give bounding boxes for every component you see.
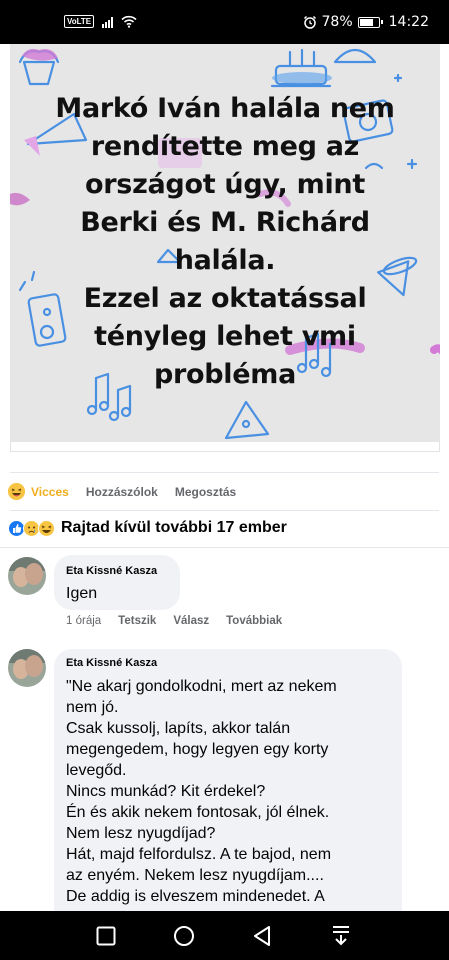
- comment-text: "Ne akarj gondolkodni, mert az nekem nem…: [66, 676, 337, 907]
- wifi-icon: [121, 15, 137, 28]
- divider: [10, 472, 439, 473]
- comment-actions: 1 órája Tetszik Válasz Továbbiak: [66, 615, 299, 627]
- recent-apps-icon[interactable]: [96, 926, 116, 946]
- comment-button[interactable]: Hozzászólok: [86, 485, 158, 499]
- volte-icon: VoLTE: [64, 15, 95, 28]
- comment-line: Nem lesz nyugdíjad?: [66, 825, 216, 842]
- back-icon[interactable]: [252, 925, 272, 947]
- divider: [10, 510, 439, 511]
- battery-percent: 78%: [321, 14, 353, 30]
- comment-line: "Ne akarj gondolkodni, mert az nekem: [66, 678, 337, 695]
- comment-author[interactable]: Eta Kissné Kasza: [66, 565, 157, 577]
- haha-reaction-icon: [38, 519, 55, 537]
- comment-time: 1 órája: [66, 615, 102, 627]
- post-image-text: Markó Iván halála nem rendítette meg az …: [10, 90, 440, 394]
- comment-line: Csak kussolj, lapíts, akkor talán: [66, 720, 291, 737]
- avatar[interactable]: [8, 557, 46, 595]
- more-button[interactable]: Továbbiak: [226, 615, 282, 627]
- status-bar: VoLTE 78% 14:22: [0, 0, 449, 44]
- alarm-icon: [303, 15, 316, 29]
- post-text-line: probléma: [153, 359, 297, 390]
- reactions-summary-text: Rajtad kívül további 17 ember: [61, 519, 287, 536]
- comment-line: nem jó.: [66, 699, 119, 716]
- comment-line: az enyém. Nekem lesz nyugdíjam....: [66, 867, 324, 884]
- divider: [0, 547, 449, 548]
- signal-icon: [102, 16, 114, 28]
- post-image[interactable]: Markó Iván halála nem rendítette meg az …: [10, 44, 440, 442]
- comment-line: De addig is elveszem mindenedet. A: [66, 888, 325, 905]
- comment-line: Hát, majd felfordulsz. A te bajod, nem: [66, 846, 332, 863]
- post-image-frame: [10, 442, 440, 452]
- haha-reaction-icon: [8, 483, 25, 500]
- like-comment-button[interactable]: Tetszik: [118, 615, 156, 627]
- comment-author[interactable]: Eta Kissné Kasza: [66, 657, 157, 669]
- post-text-line: Markó Iván halála nem: [55, 93, 395, 124]
- clock: 14:22: [388, 14, 429, 30]
- notification-shade-icon[interactable]: [331, 925, 351, 947]
- share-button[interactable]: Megosztás: [175, 485, 236, 499]
- post-text-line: Berki és M. Richárd: [80, 207, 370, 238]
- post-text-line: rendítette meg az: [90, 131, 360, 162]
- reaction-button[interactable]: Vicces: [31, 485, 69, 499]
- post-action-bar: Vicces Hozzászólok Megosztás: [8, 483, 253, 500]
- avatar[interactable]: [8, 649, 46, 687]
- post-text-line: országot úgy, mint: [85, 169, 365, 200]
- reply-button[interactable]: Válasz: [173, 615, 209, 627]
- post-text-line: Ezzel az oktatással: [83, 283, 367, 314]
- comment-line: megengedem, hogy legyen egy korty: [66, 741, 329, 758]
- post-text-line: halála.: [174, 245, 276, 276]
- comment-line: levegőd.: [66, 762, 127, 779]
- comment-text: Igen: [66, 585, 98, 602]
- comment-line: Nincs munkád? Kit érdekel?: [66, 783, 266, 800]
- system-navigation-bar: [0, 911, 449, 960]
- comment-line: Én és akik nekem fontosak, jól élnek.: [66, 804, 330, 821]
- post-text-line: tényleg lehet vmi: [94, 321, 356, 352]
- home-icon[interactable]: [173, 925, 195, 947]
- reactions-summary[interactable]: Rajtad kívül további 17 ember: [8, 519, 287, 537]
- battery-icon: [357, 16, 383, 28]
